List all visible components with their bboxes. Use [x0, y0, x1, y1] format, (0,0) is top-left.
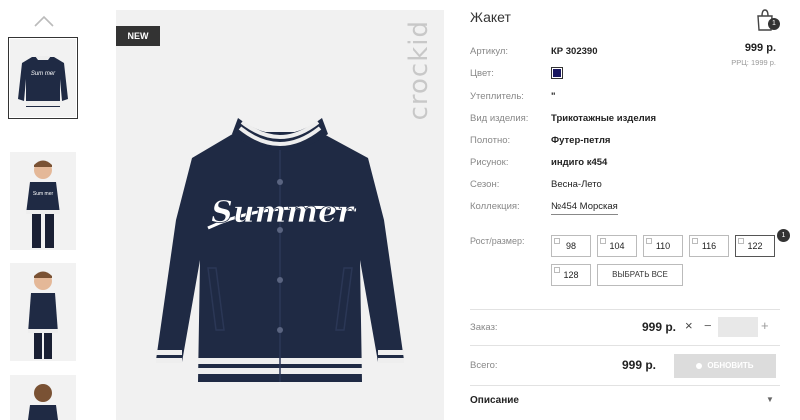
- remove-order-icon[interactable]: ×: [685, 318, 693, 333]
- size-option-116[interactable]: 116: [689, 235, 729, 257]
- color-swatch[interactable]: [551, 67, 563, 79]
- select-all-sizes-button[interactable]: ВЫБРАТЬ ВСЕ: [597, 264, 683, 286]
- order-price: 999 р.: [642, 320, 677, 334]
- chevron-down-icon[interactable]: ▼: [766, 395, 774, 404]
- size-option-110[interactable]: 110: [643, 235, 683, 257]
- total-price: 999 р.: [622, 358, 657, 372]
- collection-link[interactable]: №454 Морская: [551, 201, 618, 215]
- detail-label: Коллекция:: [470, 201, 520, 212]
- checkbox-icon: [646, 238, 652, 244]
- quantity-decrease-button[interactable]: −: [704, 318, 712, 333]
- thumbnail-model-front[interactable]: Sum mer: [10, 152, 76, 250]
- description-toggle[interactable]: Описание: [470, 395, 519, 406]
- detail-label: Артикул:: [470, 46, 509, 57]
- svg-text:Sum mer: Sum mer: [31, 71, 56, 77]
- detail-label: Рисунок:: [470, 157, 509, 168]
- thumbnail-model-side[interactable]: [10, 263, 76, 361]
- divider: [470, 385, 780, 386]
- svg-text:Summer: Summer: [211, 195, 355, 230]
- update-button[interactable]: ОБНОВИТЬ: [674, 354, 776, 378]
- jacket-illustration: Summer: [156, 118, 404, 382]
- chevron-up-icon[interactable]: [33, 14, 55, 28]
- quantity-increase-button[interactable]: +: [761, 318, 769, 333]
- checkbox-icon: [692, 238, 698, 244]
- size-option-98[interactable]: 98: [551, 235, 591, 257]
- recommended-price: РРЦ: 1999 р.: [731, 58, 776, 67]
- main-product-image[interactable]: NEW crockid Summer: [116, 10, 444, 420]
- size-option-104[interactable]: 104: [597, 235, 637, 257]
- product-title: Жакет: [470, 9, 511, 25]
- quantity-input[interactable]: [718, 317, 758, 337]
- detail-value: Весна-Лето: [551, 179, 602, 190]
- svg-text:Sum mer: Sum mer: [33, 191, 54, 197]
- detail-label: Полотно:: [470, 135, 511, 146]
- update-button-label: ОБНОВИТЬ: [707, 361, 754, 370]
- thumbnail-model-back[interactable]: [10, 375, 76, 420]
- checkbox-icon: [738, 238, 744, 244]
- detail-label: Сезон:: [470, 179, 500, 190]
- detail-label: Вид изделия:: [470, 113, 529, 124]
- detail-value: индиго к454: [551, 157, 608, 168]
- divider: [470, 309, 780, 310]
- detail-value: Футер-петля: [551, 135, 611, 146]
- total-label: Всего:: [470, 360, 498, 371]
- product-price: 999 р.: [744, 42, 776, 54]
- detail-value: ": [551, 91, 556, 102]
- detail-label: Цвет:: [470, 68, 494, 79]
- detail-value: КР 302390: [551, 46, 598, 57]
- detail-value: Трикотажные изделия: [551, 113, 657, 124]
- thumbnail-gallery: Sum mer Sum mer: [0, 0, 90, 420]
- size-label: Рост/размер:: [470, 236, 525, 246]
- thumbnail-jacket-front[interactable]: Sum mer: [8, 37, 78, 119]
- checkbox-icon: [554, 238, 560, 244]
- cart-count-badge: 1: [768, 18, 780, 30]
- product-info-panel: Жакет 1 999 р. РРЦ: 1999 р. Артикул: КР …: [470, 0, 790, 420]
- order-label: Заказ:: [470, 322, 498, 333]
- size-count-badge: 1: [777, 229, 790, 242]
- size-option-122[interactable]: 122: [735, 235, 775, 257]
- detail-label: Утеплитель:: [470, 91, 524, 102]
- update-icon: [696, 362, 703, 369]
- checkbox-icon: [600, 238, 606, 244]
- checkbox-icon: [554, 267, 560, 273]
- divider: [470, 345, 780, 346]
- size-option-128[interactable]: 128: [551, 264, 591, 286]
